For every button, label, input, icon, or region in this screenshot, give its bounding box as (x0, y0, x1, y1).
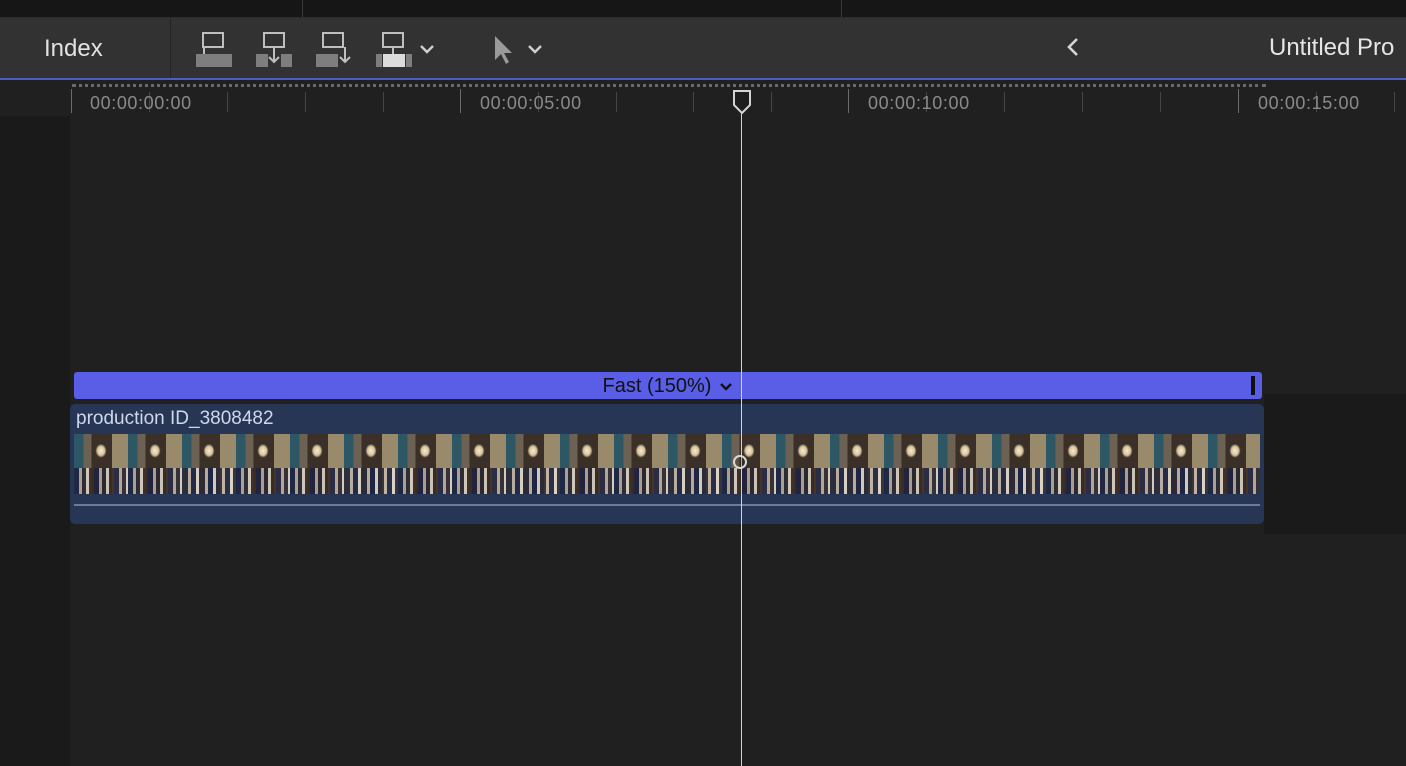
select-tool-icon[interactable] (493, 34, 515, 71)
playhead-handle-icon[interactable] (733, 90, 751, 119)
ruler-tick-major (848, 89, 849, 113)
ruler-timecode: 00:00:05:00 (480, 93, 582, 113)
ruler-tick-major (1238, 89, 1239, 113)
ruler-tick (305, 92, 306, 112)
retime-speed-label: Fast (150%) (602, 375, 712, 397)
filmstrip-frame (74, 434, 128, 494)
ruler-tick (227, 92, 228, 112)
ruler-timecode: 00:00:15:00 (1258, 93, 1360, 113)
ruler-tick (1082, 92, 1083, 112)
filmstrip-frame (776, 434, 830, 494)
filmstrip-frame (1046, 434, 1100, 494)
ruler-tick (1160, 92, 1161, 112)
filmstrip-frame (398, 434, 452, 494)
filmstrip-frame (1208, 434, 1260, 494)
filmstrip-frame (452, 434, 506, 494)
window-top-strip (0, 0, 1406, 18)
pane-divider[interactable] (302, 0, 303, 17)
filmstrip-frame (344, 434, 398, 494)
insert-clip-icon[interactable] (255, 32, 293, 68)
primary-storyline-lane (1264, 394, 1406, 534)
filmstrip-frame (938, 434, 992, 494)
ruler-tick-major (71, 89, 72, 113)
filmstrip-frame (236, 434, 290, 494)
ruler-tick (616, 92, 617, 112)
timeline-gutter (0, 116, 70, 766)
ruler-tick (771, 92, 772, 112)
index-button[interactable]: Index (44, 34, 103, 64)
filmstrip-frame (1100, 434, 1154, 494)
ruler-timecode: 00:00:10:00 (868, 93, 970, 113)
filmstrip-frame (290, 434, 344, 494)
ruler-tick (1394, 92, 1395, 112)
pane-divider[interactable] (841, 0, 842, 17)
edit-options-chevron-down-icon[interactable] (419, 42, 435, 61)
ruler-tick (693, 92, 694, 112)
overwrite-clip-icon[interactable] (375, 32, 413, 68)
append-clip-icon[interactable] (315, 32, 353, 68)
clip-audio-line (74, 504, 1260, 506)
filmstrip-frame (668, 434, 722, 494)
ruler-tick-major (460, 89, 461, 113)
ruler-tick (1004, 92, 1005, 112)
toolbar-separator (170, 18, 171, 78)
ruler-range-dots (72, 84, 1266, 87)
ruler-timecode: 00:00:00:00 (90, 93, 192, 113)
filmstrip-frame (614, 434, 668, 494)
filmstrip-frame (128, 434, 182, 494)
filmstrip-frame (830, 434, 884, 494)
clip-filmstrip[interactable] (74, 434, 1260, 494)
project-title: Untitled Pro (1269, 34, 1395, 61)
filmstrip-frame (506, 434, 560, 494)
retime-menu-chevron-down-icon[interactable] (719, 373, 733, 401)
playhead-line[interactable] (741, 92, 742, 766)
filmstrip-frame (722, 434, 776, 494)
filmstrip-frame (560, 434, 614, 494)
ruler-tick (383, 92, 384, 112)
playhead-clip-marker (733, 455, 747, 469)
filmstrip-frame (884, 434, 938, 494)
back-chevron-left-icon[interactable] (1065, 37, 1081, 62)
clip-name-label: production ID_3808482 (76, 408, 274, 429)
retime-speed-bar[interactable]: Fast (150%) (74, 372, 1262, 399)
filmstrip-frame (182, 434, 236, 494)
connect-clip-icon[interactable] (195, 32, 233, 68)
filmstrip-frame (1154, 434, 1208, 494)
retime-handle[interactable] (1251, 376, 1255, 395)
filmstrip-frame (992, 434, 1046, 494)
tool-menu-chevron-down-icon[interactable] (527, 42, 543, 61)
